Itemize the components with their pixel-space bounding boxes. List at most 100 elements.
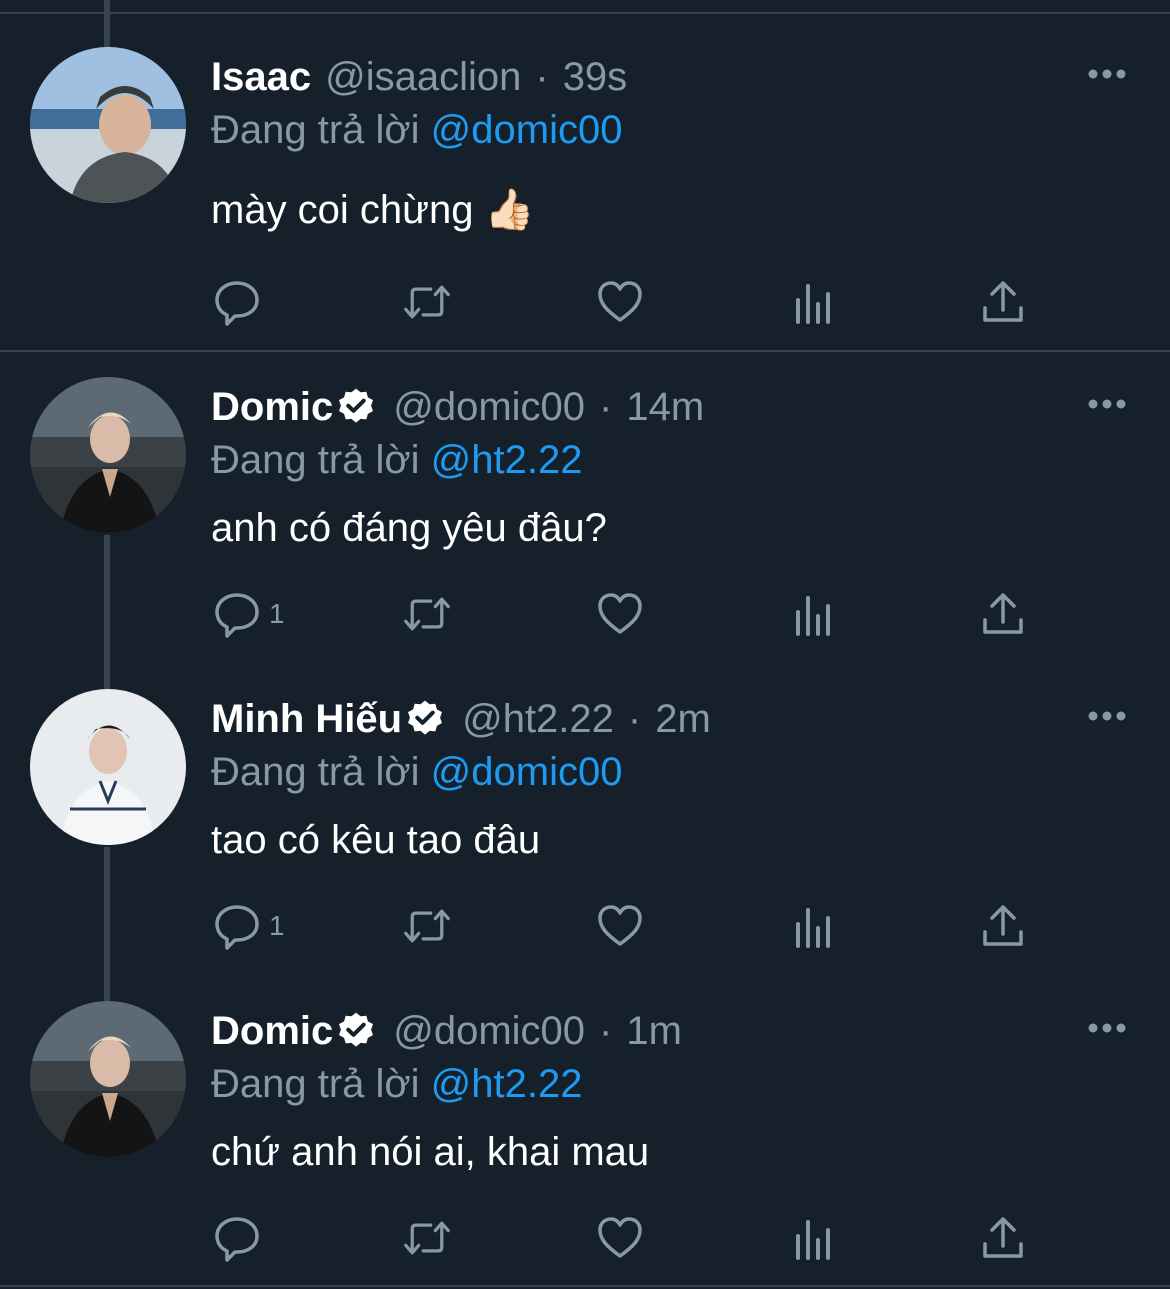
tweet-actions bbox=[211, 278, 1071, 326]
display-name[interactable]: Domic bbox=[211, 1007, 333, 1055]
share-icon bbox=[983, 593, 1023, 634]
mention-link[interactable]: @ht2.22 bbox=[431, 1062, 583, 1106]
separator-dot: · bbox=[627, 697, 642, 741]
avatar[interactable] bbox=[30, 47, 186, 203]
retweet-button[interactable] bbox=[403, 902, 451, 950]
tweet-text: mày coi chừng 👍🏻 bbox=[211, 188, 535, 232]
like-icon bbox=[598, 1217, 642, 1258]
tweet-text: tao có kêu tao đâu bbox=[211, 818, 541, 862]
reply-count: 1 bbox=[269, 910, 285, 941]
reply-icon bbox=[215, 281, 259, 326]
retweet-button[interactable] bbox=[403, 590, 451, 638]
more-icon[interactable] bbox=[1087, 68, 1127, 80]
more-icon[interactable] bbox=[1087, 710, 1127, 722]
replying-to-label: Đang trả lời bbox=[211, 108, 420, 152]
like-icon bbox=[598, 281, 642, 322]
analytics-icon bbox=[796, 1220, 830, 1260]
like-icon bbox=[598, 905, 642, 946]
tweet-domic[interactable]: Domic @domic00 · 14m Đang trả lời @ht2.2… bbox=[0, 352, 1170, 664]
tweet-isaac[interactable]: Isaac @isaaclion · 39s Đang trả lời @dom… bbox=[0, 0, 1170, 352]
share-icon bbox=[983, 1217, 1023, 1258]
timestamp[interactable]: 39s bbox=[563, 53, 628, 101]
mention-link[interactable]: @ht2.22 bbox=[431, 438, 583, 482]
tweet-domic[interactable]: Domic @domic00 · 1m Đang trả lời @ht2.22… bbox=[0, 976, 1170, 1289]
share-button[interactable] bbox=[979, 590, 1027, 638]
avatar[interactable] bbox=[30, 689, 186, 845]
handle[interactable]: @domic00 bbox=[393, 1007, 585, 1055]
reply-button[interactable] bbox=[213, 278, 269, 326]
reply-icon bbox=[215, 1217, 259, 1262]
more-icon[interactable] bbox=[1087, 398, 1127, 410]
retweet-button[interactable] bbox=[403, 278, 451, 326]
replying-to: Đang trả lời @ht2.22 bbox=[211, 1060, 583, 1108]
display-name[interactable]: Domic bbox=[211, 383, 333, 431]
share-button[interactable] bbox=[979, 1214, 1027, 1262]
reply-icon bbox=[215, 593, 259, 638]
share-icon bbox=[983, 905, 1023, 946]
verified-badge-icon bbox=[408, 700, 443, 735]
tweet-header: Domic @domic00 · 1m bbox=[211, 1007, 682, 1055]
avatar-image bbox=[30, 689, 186, 845]
reply-icon bbox=[215, 905, 259, 950]
retweet-icon bbox=[404, 285, 450, 319]
display-name[interactable]: Isaac bbox=[211, 53, 311, 101]
like-button[interactable] bbox=[596, 902, 644, 950]
tweet-actions: 1 bbox=[211, 590, 1071, 638]
avatar[interactable] bbox=[30, 377, 186, 533]
display-name[interactable]: Minh Hiếu bbox=[211, 695, 402, 743]
tweet-divider bbox=[0, 1285, 1170, 1287]
replying-to: Đang trả lời @domic00 bbox=[211, 748, 622, 796]
analytics-button[interactable] bbox=[788, 590, 836, 638]
retweet-icon bbox=[404, 597, 450, 631]
tweet-header: Domic @domic00 · 14m bbox=[211, 383, 704, 431]
mention-link[interactable]: @domic00 bbox=[431, 750, 623, 794]
retweet-icon bbox=[404, 1221, 450, 1255]
handle[interactable]: @isaaclion bbox=[325, 53, 521, 101]
retweet-icon bbox=[404, 909, 450, 943]
like-button[interactable] bbox=[596, 1214, 644, 1262]
share-button[interactable] bbox=[979, 278, 1027, 326]
reply-button[interactable]: 1 bbox=[213, 590, 285, 638]
tweet-text: chứ anh nói ai, khai mau bbox=[211, 1130, 650, 1174]
more-icon[interactable] bbox=[1087, 1022, 1127, 1034]
analytics-icon bbox=[796, 908, 830, 948]
avatar[interactable] bbox=[30, 1001, 186, 1157]
replying-to-label: Đang trả lời bbox=[211, 438, 420, 482]
like-icon bbox=[598, 593, 642, 634]
replying-to: Đang trả lời @ht2.22 bbox=[211, 436, 583, 484]
analytics-button[interactable] bbox=[788, 278, 836, 326]
analytics-button[interactable] bbox=[788, 1214, 836, 1262]
tweet-header: Minh Hiếu @ht2.22 · 2m bbox=[211, 695, 711, 743]
timestamp[interactable]: 14m bbox=[626, 383, 704, 431]
handle[interactable]: @domic00 bbox=[393, 383, 585, 431]
separator-dot: · bbox=[599, 385, 613, 429]
avatar-image bbox=[30, 377, 186, 533]
analytics-icon bbox=[796, 596, 830, 636]
verified-badge-icon bbox=[339, 1012, 374, 1047]
separator-dot: · bbox=[599, 1009, 613, 1053]
tweet-minh-hieu[interactable]: Minh Hiếu @ht2.22 · 2m Đang trả lời @dom… bbox=[0, 664, 1170, 976]
like-button[interactable] bbox=[596, 278, 644, 326]
separator-dot: · bbox=[535, 55, 549, 99]
like-button[interactable] bbox=[596, 590, 644, 638]
reply-count: 1 bbox=[269, 598, 285, 629]
tweet-header: Isaac @isaaclion · 39s bbox=[211, 53, 627, 101]
share-icon bbox=[983, 281, 1023, 322]
share-button[interactable] bbox=[979, 902, 1027, 950]
handle[interactable]: @ht2.22 bbox=[462, 695, 614, 743]
tweet-actions: 1 bbox=[211, 902, 1071, 950]
replying-to: Đang trả lời @domic00 bbox=[211, 106, 622, 154]
replying-to-label: Đang trả lời bbox=[211, 1062, 420, 1106]
analytics-button[interactable] bbox=[788, 902, 836, 950]
reply-button[interactable] bbox=[213, 1214, 269, 1262]
timestamp[interactable]: 2m bbox=[655, 695, 711, 743]
tweet-actions bbox=[211, 1214, 1071, 1262]
analytics-icon bbox=[796, 284, 830, 324]
avatar-image bbox=[30, 1001, 186, 1157]
reply-button[interactable]: 1 bbox=[213, 902, 285, 950]
avatar-image bbox=[30, 47, 186, 203]
retweet-button[interactable] bbox=[403, 1214, 451, 1262]
mention-link[interactable]: @domic00 bbox=[431, 108, 623, 152]
timestamp[interactable]: 1m bbox=[626, 1007, 682, 1055]
verified-badge-icon bbox=[339, 388, 374, 423]
